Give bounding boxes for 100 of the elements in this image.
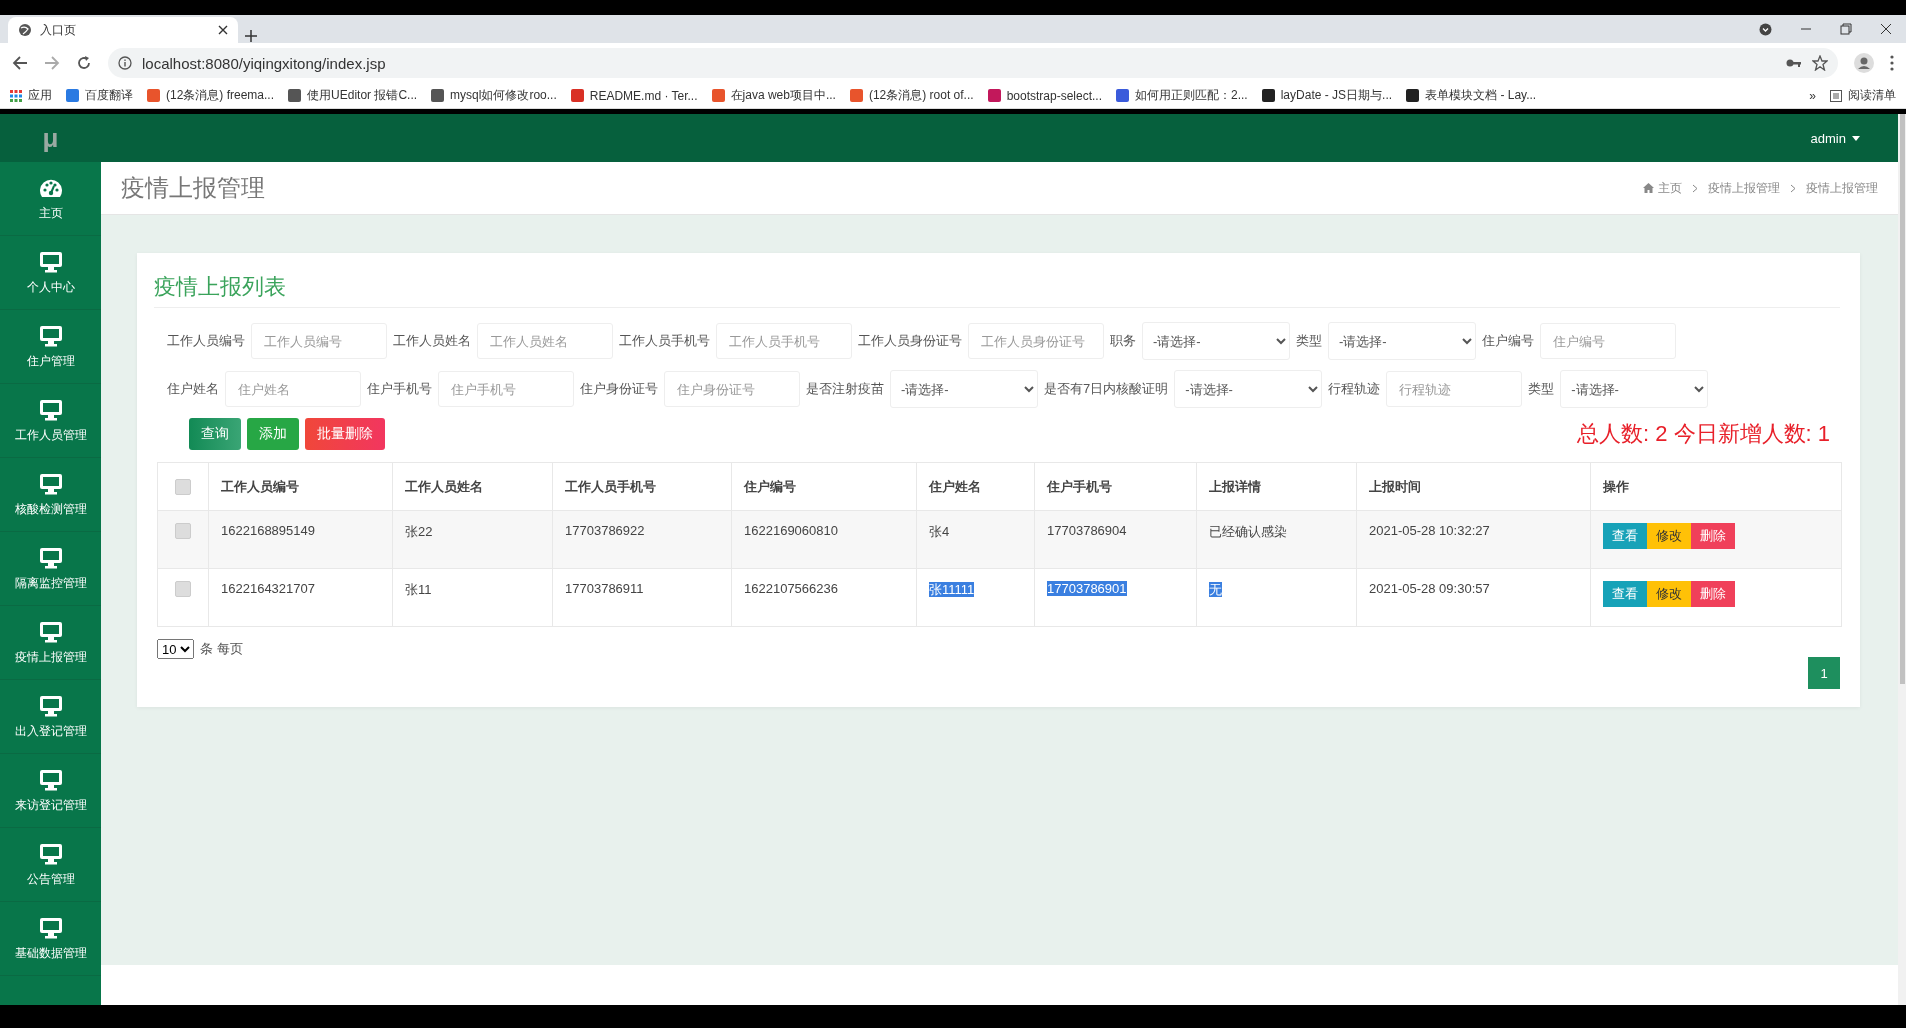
table-cell: 17703786922 xyxy=(565,523,645,538)
caret-icon xyxy=(1852,135,1860,141)
star-icon[interactable] xyxy=(1812,55,1828,71)
monitor-icon xyxy=(37,619,64,643)
user-menu[interactable]: admin xyxy=(1810,130,1860,146)
bookmark[interactable]: 使用UEditor 报错C... xyxy=(288,87,418,104)
select-field[interactable]: -请选择- xyxy=(1560,370,1709,408)
table-cell: 17703786911 xyxy=(565,581,644,596)
table-cell: 17703786904 xyxy=(1047,523,1127,538)
input-field[interactable]: 工作人员姓名 xyxy=(477,323,613,359)
back-arrow-icon[interactable] xyxy=(12,55,28,71)
list-icon xyxy=(1830,89,1842,102)
page-title: 疫情上报管理 xyxy=(121,173,266,203)
select-field[interactable]: -请选择- xyxy=(1328,322,1476,360)
filter-label: 是否注射疫苗 xyxy=(806,380,884,398)
edit-button[interactable]: 修改 xyxy=(1647,523,1691,549)
filter-label: 职务 xyxy=(1110,332,1136,350)
delete-button[interactable]: 删除 xyxy=(1691,523,1735,549)
chevron-icon xyxy=(1692,183,1698,193)
scrollbar-thumb[interactable] xyxy=(1899,114,1905,684)
bookmark[interactable]: README.md · Ter... xyxy=(570,88,698,103)
filter-label: 类型 xyxy=(1528,380,1555,398)
filter-label: 工作人员手机号 xyxy=(619,332,710,350)
input-field[interactable]: 工作人员编号 xyxy=(251,323,387,359)
delete-button[interactable]: 批量删除 xyxy=(305,418,385,450)
input-field[interactable]: 住户姓名 xyxy=(225,371,361,407)
monitor-icon xyxy=(37,767,64,791)
reading-list-button[interactable]: 阅读清单 xyxy=(1830,87,1896,104)
filter-label: 住户编号 xyxy=(1482,332,1534,350)
checkbox[interactable] xyxy=(175,478,191,495)
sidebar-item[interactable]: 主页 xyxy=(0,162,101,236)
table-cell: 1622107566236 xyxy=(744,581,838,596)
info-icon[interactable] xyxy=(118,56,132,70)
chevron-icon xyxy=(1790,183,1796,193)
table-cell: 1622168895149 xyxy=(221,523,315,538)
bookmark[interactable]: mysql如何修改roo... xyxy=(431,87,557,104)
tab-search-icon[interactable] xyxy=(1759,22,1772,36)
breadcrumb-link[interactable]: 疫情上报管理 xyxy=(1708,179,1780,197)
input-field[interactable]: 住户编号 xyxy=(1540,323,1676,359)
input-field[interactable]: 行程轨迹 xyxy=(1386,371,1523,407)
page-size-select[interactable]: 10 xyxy=(157,639,194,659)
input-field[interactable]: 工作人员手机号 xyxy=(716,323,852,359)
bookmark[interactable]: 如何用正则匹配：2... xyxy=(1116,87,1248,104)
edit-button[interactable]: 修改 xyxy=(1647,581,1691,607)
key-icon[interactable] xyxy=(1786,58,1802,68)
filter-label: 住户身份证号 xyxy=(580,380,658,398)
bookmark[interactable]: 表单模块文档 - Lay... xyxy=(1406,87,1537,104)
delete-button[interactable]: 删除 xyxy=(1691,581,1735,607)
close-icon[interactable] xyxy=(218,25,228,35)
table-cell: 张11111 xyxy=(929,582,975,597)
bookmark[interactable]: (12条消息) freema... xyxy=(147,87,275,104)
reload-icon[interactable] xyxy=(76,55,92,71)
apps-grid-icon xyxy=(10,89,22,102)
globe-icon xyxy=(18,23,32,37)
table-cell: 已经确认感染 xyxy=(1209,524,1287,539)
column-header: 住户编号 xyxy=(731,462,917,511)
bookmark[interactable]: 百度翻译 xyxy=(66,87,133,104)
column-header: 住户手机号 xyxy=(1034,462,1197,511)
new-tab-icon[interactable] xyxy=(244,29,258,43)
filter-label: 工作人员身份证号 xyxy=(858,332,962,350)
page-button[interactable]: 1 xyxy=(1808,657,1840,689)
bookmark[interactable]: layDate - JS日期与... xyxy=(1261,87,1393,104)
more-menu-icon[interactable] xyxy=(1890,55,1894,71)
select-field[interactable]: -请选择- xyxy=(1142,322,1290,360)
select-field[interactable]: -请选择- xyxy=(1174,370,1323,408)
browser-tab[interactable]: 入口页 xyxy=(8,17,238,43)
address-bar[interactable]: localhost:8080/yiqingxitong/index.jsp xyxy=(108,48,1838,78)
bookmark[interactable]: bootstrap-select... xyxy=(987,88,1102,103)
stats-text: 总人数: 2 今日新增人数: 1 xyxy=(1576,420,1830,448)
monitor-icon xyxy=(37,545,64,569)
restore-icon[interactable] xyxy=(1840,23,1852,35)
column-header: 上报时间 xyxy=(1356,462,1591,511)
checkbox[interactable] xyxy=(175,581,191,597)
filter-label: 行程轨迹 xyxy=(1328,380,1381,398)
monitor-icon xyxy=(37,841,64,865)
table-cell: 17703786901 xyxy=(1047,581,1127,596)
breadcrumb-link[interactable]: 疫情上报管理 xyxy=(1806,179,1878,197)
monitor-icon xyxy=(37,471,64,495)
monitor-icon xyxy=(37,323,64,347)
input-field[interactable]: 住户手机号 xyxy=(438,371,574,407)
query-button[interactable]: 查询 xyxy=(189,418,241,450)
table-cell: 1622169060810 xyxy=(744,523,838,538)
more-bookmarks-button[interactable]: » xyxy=(1809,88,1816,103)
filter-label: 工作人员编号 xyxy=(167,332,245,350)
bookmark[interactable]: (12条消息) root of... xyxy=(849,87,974,104)
profile-icon[interactable] xyxy=(1854,53,1874,73)
checkbox[interactable] xyxy=(175,523,191,539)
monitor-icon xyxy=(37,397,64,421)
input-field[interactable]: 住户身份证号 xyxy=(664,371,800,407)
close-icon[interactable] xyxy=(1880,23,1892,35)
bookmark[interactable]: 在java web项目中... xyxy=(711,87,836,104)
input-field[interactable]: 工作人员身份证号 xyxy=(968,323,1104,359)
table-cell: 张11 xyxy=(405,582,432,597)
apps-bookmark[interactable]: 应用 xyxy=(10,87,52,104)
table-cell: 张22 xyxy=(405,524,433,539)
select-field[interactable]: -请选择- xyxy=(890,370,1038,408)
table-cell: 2021-05-28 09:30:57 xyxy=(1369,581,1490,596)
breadcrumb-link[interactable]: 主页 xyxy=(1643,179,1682,197)
filter-label: 类型 xyxy=(1296,332,1322,350)
table-cell: 2021-05-28 10:32:27 xyxy=(1369,523,1490,538)
